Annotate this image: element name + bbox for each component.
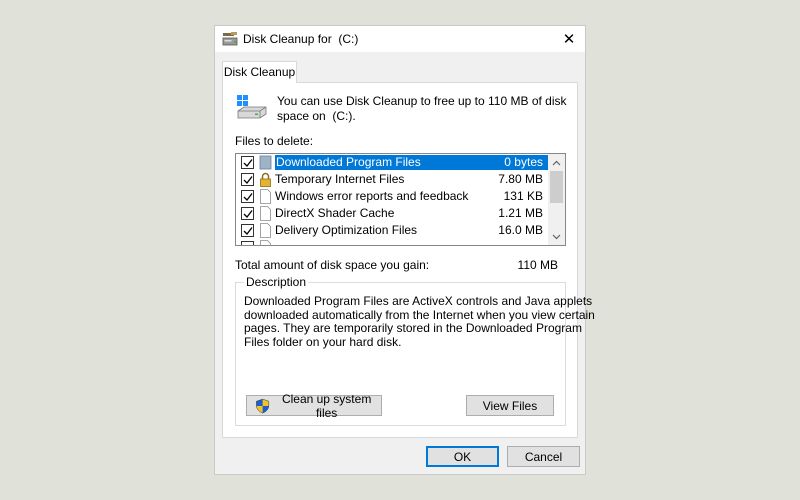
file-row-downloaded-program-files[interactable]: Downloaded Program Files 0 bytes — [236, 154, 550, 171]
scroll-thumb[interactable] — [550, 171, 563, 203]
file-checkbox[interactable] — [241, 207, 254, 220]
close-icon: ✕ — [562, 31, 576, 48]
lock-icon — [260, 172, 271, 187]
files-to-delete-label: Files to delete: — [235, 134, 314, 148]
scroll-down-button[interactable] — [548, 228, 565, 245]
disk-cleanup-icon — [222, 32, 238, 46]
intro-text: You can use Disk Cleanup to free up to 1… — [277, 94, 567, 123]
cancel-button[interactable]: Cancel — [507, 446, 580, 467]
checkmark-icon — [243, 158, 253, 167]
chevron-down-icon — [552, 234, 561, 239]
file-name: Windows error reports and feedback di... — [275, 189, 471, 203]
file-name: Delivery Optimization Files — [275, 223, 418, 237]
file-icon — [260, 189, 271, 204]
checkmark-icon — [243, 226, 253, 235]
clean-up-system-files-button[interactable]: Clean up system files — [246, 392, 382, 420]
title-bar: Disk Cleanup for (C:) ✕ — [215, 26, 585, 52]
description-group: Description Downloaded Program Files are… — [235, 275, 595, 426]
file-row-windows-error-reports[interactable]: Windows error reports and feedback di...… — [236, 188, 549, 205]
file-size: 7.80 MB — [498, 172, 543, 186]
clean-up-system-files-label: Clean up system files — [281, 391, 372, 420]
close-button[interactable]: ✕ — [553, 26, 585, 52]
file-checkbox[interactable] — [241, 173, 254, 186]
file-checkbox[interactable] — [241, 190, 254, 203]
file-rows: Downloaded Program Files 0 bytes Tempora… — [236, 154, 550, 245]
checkmark-icon — [243, 175, 253, 184]
tab-disk-cleanup[interactable]: Disk Cleanup — [222, 61, 297, 83]
total-space-value: 110 MB — [517, 258, 558, 272]
file-size: 1.21 MB — [498, 206, 543, 220]
drive-icon — [237, 95, 267, 119]
window-title: Disk Cleanup for (C:) — [243, 32, 359, 46]
description-legend: Description — [244, 275, 309, 289]
file-size: 131 KB — [503, 189, 543, 203]
file-checkbox[interactable] — [241, 156, 254, 169]
files-listbox[interactable]: Downloaded Program Files 0 bytes Tempora… — [235, 153, 566, 246]
list-scrollbar[interactable] — [548, 154, 565, 245]
file-checkbox[interactable] — [241, 224, 254, 237]
tab-panel: You can use Disk Cleanup to free up to 1… — [222, 82, 595, 438]
file-row-directx-shader-cache[interactable]: DirectX Shader Cache 1.21 MB — [236, 205, 549, 222]
file-name: DirectX Shader Cache — [275, 206, 395, 220]
description-text: Downloaded Program Files are ActiveX con… — [244, 294, 595, 349]
folder-icon — [259, 155, 272, 170]
file-row-temporary-internet-files[interactable]: Temporary Internet Files 7.80 MB — [236, 171, 549, 188]
file-row-delivery-optimization-files[interactable]: Delivery Optimization Files 16.0 MB — [236, 222, 549, 239]
file-icon — [260, 240, 271, 245]
file-icon — [260, 223, 271, 238]
file-name: Temporary Internet Files — [275, 172, 405, 186]
ok-button[interactable]: OK — [426, 446, 499, 467]
file-row-partial[interactable] — [236, 239, 549, 245]
scroll-up-button[interactable] — [548, 154, 565, 171]
view-files-button[interactable]: View Files — [466, 395, 554, 416]
file-icon — [260, 206, 271, 221]
file-size: 0 bytes — [504, 155, 543, 169]
chevron-up-icon — [552, 160, 561, 165]
checkmark-icon — [243, 209, 253, 218]
file-checkbox[interactable] — [241, 241, 254, 245]
total-space-label: Total amount of disk space you gain: — [235, 258, 430, 272]
disk-cleanup-dialog: Disk Cleanup for (C:) ✕ Disk Cleanup You… — [215, 26, 595, 474]
checkmark-icon — [243, 192, 253, 201]
uac-shield-icon — [256, 398, 270, 413]
file-size: 16.0 MB — [498, 223, 543, 237]
